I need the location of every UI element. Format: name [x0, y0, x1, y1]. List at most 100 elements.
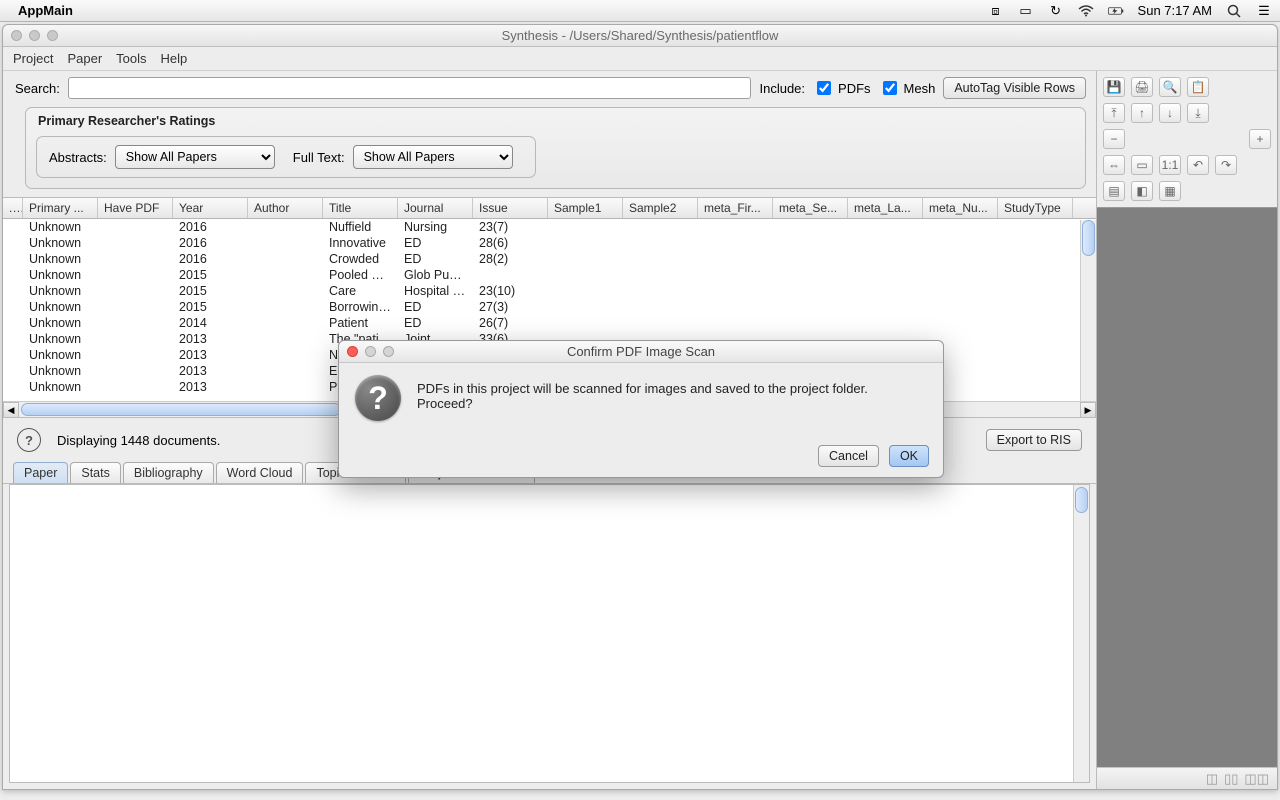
spotlight-icon[interactable] — [1226, 3, 1242, 19]
table-row[interactable]: Unknown2016InnovativeED28(6) — [3, 235, 1096, 251]
window-zoom-button[interactable] — [47, 30, 58, 41]
col-author[interactable]: Author — [248, 198, 323, 218]
zoom-out-icon[interactable]: − — [1103, 129, 1125, 149]
table-cell: 2016 — [173, 252, 248, 266]
col-title[interactable]: Title — [323, 198, 398, 218]
col-studytype[interactable]: StudyType — [998, 198, 1073, 218]
prev-page-icon[interactable]: ↑ — [1131, 103, 1153, 123]
col-sample2[interactable]: Sample2 — [623, 198, 698, 218]
paper-detail-area — [9, 484, 1090, 783]
wifi-icon[interactable] — [1078, 3, 1094, 19]
copy-icon[interactable]: 📋 — [1187, 77, 1209, 97]
table-cell: 26(7) — [473, 316, 548, 330]
battery-icon[interactable] — [1108, 3, 1124, 19]
table-cell: 28(2) — [473, 252, 548, 266]
pdf-preview-area — [1097, 207, 1277, 767]
window-close-button[interactable] — [11, 30, 22, 41]
col-metase[interactable]: meta_Se... — [773, 198, 848, 218]
rotate-left-icon[interactable]: ↶ — [1187, 155, 1209, 175]
zoom-in-icon[interactable]: + — [1249, 129, 1271, 149]
table-cell: Borrowing ye — [323, 300, 398, 314]
include-mesh-label: Mesh — [904, 81, 936, 96]
table-row[interactable]: Unknown2015Borrowing yeED27(3) — [3, 299, 1096, 315]
col-havepdf[interactable]: Have PDF — [98, 198, 173, 218]
print-icon[interactable]: 🖨 — [1131, 77, 1153, 97]
menubar-clock[interactable]: Sun 7:17 AM — [1138, 3, 1212, 18]
system-menubar: AppMain ⧈ ▭ ↻ Sun 7:17 AM ☰ — [0, 0, 1280, 22]
menu-help[interactable]: Help — [161, 51, 188, 66]
menu-paper[interactable]: Paper — [67, 51, 102, 66]
next-page-icon[interactable]: ↓ — [1159, 103, 1181, 123]
actual-size-icon[interactable]: 1:1 — [1159, 155, 1181, 175]
table-row[interactable]: Unknown2015Pooled RefeGlob Public — [3, 267, 1096, 283]
tab-wordcloud[interactable]: Word Cloud — [216, 462, 304, 483]
view-mode-3-icon[interactable]: ▦ — [1159, 181, 1181, 201]
tab-paper[interactable]: Paper — [13, 462, 68, 483]
table-cell: Unknown — [23, 300, 98, 314]
find-icon[interactable]: 🔍 — [1159, 77, 1181, 97]
status-icon-1[interactable]: ◫ — [1206, 771, 1218, 787]
table-row[interactable]: Unknown2014PatientED26(7) — [3, 315, 1096, 331]
ok-button[interactable]: OK — [889, 445, 929, 467]
menu-project[interactable]: Project — [13, 51, 53, 66]
table-cell: Nursing — [398, 220, 473, 234]
table-cell: Innovative — [323, 236, 398, 250]
rotate-right-icon[interactable]: ↷ — [1215, 155, 1237, 175]
include-pdfs-checkbox[interactable]: PDFs — [813, 78, 871, 98]
menu-tools[interactable]: Tools — [116, 51, 146, 66]
menubar-app-name[interactable]: AppMain — [18, 3, 73, 18]
status-icon-3[interactable]: ◫◫ — [1244, 771, 1269, 787]
autotag-button[interactable]: AutoTag Visible Rows — [943, 77, 1086, 99]
cancel-button[interactable]: Cancel — [818, 445, 879, 467]
detail-vertical-scrollbar[interactable] — [1073, 485, 1089, 782]
col-expand[interactable]: ... — [3, 198, 23, 218]
dialog-close-button[interactable] — [347, 346, 358, 357]
window-title: Synthesis - /Users/Shared/Synthesis/pati… — [502, 28, 779, 43]
first-page-icon[interactable]: ⤒ — [1103, 103, 1125, 123]
table-vertical-scrollbar[interactable] — [1080, 220, 1096, 401]
abstracts-select[interactable]: Show All Papers — [115, 145, 275, 169]
include-mesh-checkbox[interactable]: Mesh — [879, 78, 936, 98]
table-cell: Unknown — [23, 284, 98, 298]
scroll-thumb[interactable] — [21, 403, 341, 416]
dropbox-icon[interactable]: ⧈ — [988, 3, 1004, 19]
col-year[interactable]: Year — [173, 198, 248, 218]
table-cell: Unknown — [23, 380, 98, 394]
table-row[interactable]: Unknown2016NuffieldNursing23(7) — [3, 219, 1096, 235]
fit-width-icon[interactable]: ⇔ — [1103, 155, 1125, 175]
last-page-icon[interactable]: ⤓ — [1187, 103, 1209, 123]
table-row[interactable]: Unknown2015CareHospital cas23(10) — [3, 283, 1096, 299]
col-sample1[interactable]: Sample1 — [548, 198, 623, 218]
tab-stats[interactable]: Stats — [70, 462, 121, 483]
col-metafir[interactable]: meta_Fir... — [698, 198, 773, 218]
table-row[interactable]: Unknown2016CrowdedED28(2) — [3, 251, 1096, 267]
status-icon-2[interactable]: ▯▯ — [1224, 771, 1238, 787]
search-input[interactable] — [68, 77, 752, 99]
help-icon[interactable]: ? — [17, 428, 41, 452]
table-cell: Unknown — [23, 316, 98, 330]
col-primary[interactable]: Primary ... — [23, 198, 98, 218]
window-minimize-button[interactable] — [29, 30, 40, 41]
notification-center-icon[interactable]: ☰ — [1256, 3, 1272, 19]
col-journal[interactable]: Journal — [398, 198, 473, 218]
col-issue[interactable]: Issue — [473, 198, 548, 218]
export-ris-button[interactable]: Export to RIS — [986, 429, 1082, 451]
display-icon[interactable]: ▭ — [1018, 3, 1034, 19]
table-cell: 2015 — [173, 268, 248, 282]
table-cell: 28(6) — [473, 236, 548, 250]
scroll-right-arrow-icon[interactable]: ▶ — [1080, 402, 1096, 418]
timemachine-icon[interactable]: ↻ — [1048, 3, 1064, 19]
view-mode-2-icon[interactable]: ◧ — [1131, 181, 1153, 201]
tab-bibliography[interactable]: Bibliography — [123, 462, 214, 483]
view-mode-1-icon[interactable]: ▤ — [1103, 181, 1125, 201]
app-menubar: Project Paper Tools Help — [3, 47, 1277, 71]
table-cell: Nuffield — [323, 220, 398, 234]
save-icon[interactable]: 💾 — [1103, 77, 1125, 97]
col-metanu[interactable]: meta_Nu... — [923, 198, 998, 218]
scroll-left-arrow-icon[interactable]: ◀ — [3, 402, 19, 418]
table-cell: ED — [398, 236, 473, 250]
fulltext-select[interactable]: Show All Papers — [353, 145, 513, 169]
fit-page-icon[interactable]: ▭ — [1131, 155, 1153, 175]
col-metala[interactable]: meta_La... — [848, 198, 923, 218]
table-cell: Unknown — [23, 268, 98, 282]
